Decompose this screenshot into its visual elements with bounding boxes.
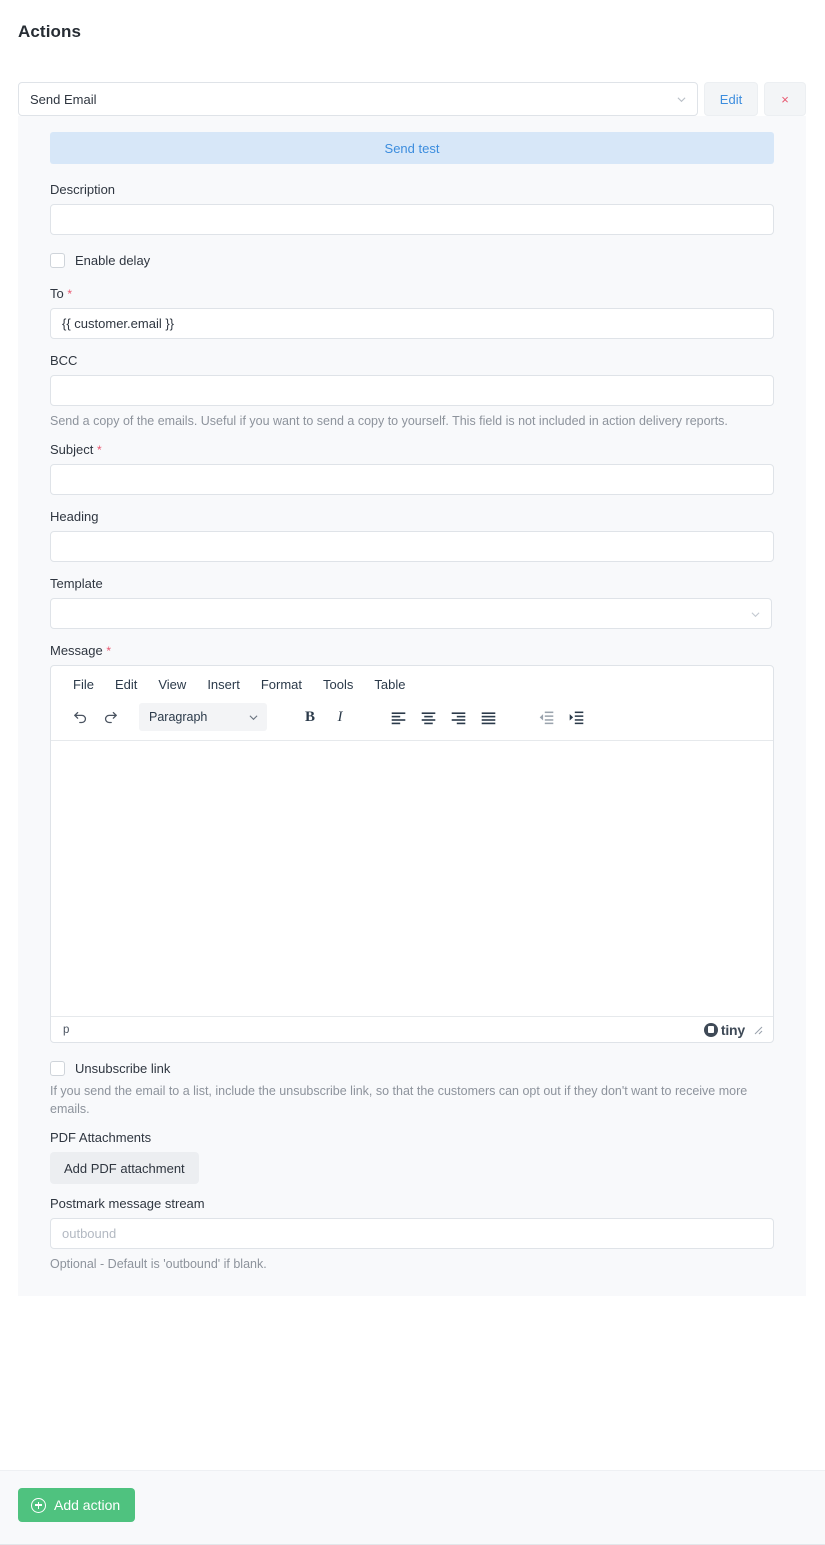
editor-menu-file[interactable]: File: [65, 674, 102, 695]
footer-bar: Add action: [0, 1470, 825, 1545]
format-select[interactable]: Paragraph: [139, 703, 267, 732]
postmark-stream-label: Postmark message stream: [50, 1196, 205, 1212]
remove-action-button[interactable]: ×: [764, 82, 806, 116]
editor-menu-insert[interactable]: Insert: [199, 674, 248, 695]
postmark-stream-help-text: Optional - Default is 'outbound' if blan…: [50, 1257, 267, 1272]
bcc-field-group: BCC Send a copy of the emails. Useful if…: [50, 353, 774, 430]
indent-icon[interactable]: [561, 703, 591, 731]
message-field-group: Message * File Edit View Insert Format T…: [50, 643, 774, 1044]
editor-menu-format[interactable]: Format: [253, 674, 310, 695]
add-action-button[interactable]: Add action: [18, 1488, 136, 1522]
bcc-label: BCC: [50, 353, 78, 368]
postmark-stream-input[interactable]: outbound: [50, 1218, 774, 1250]
subject-input[interactable]: [50, 464, 774, 496]
unsubscribe-label: Unsubscribe link: [75, 1061, 171, 1077]
edit-button[interactable]: Edit: [704, 82, 758, 116]
editor-menu-tools[interactable]: Tools: [315, 674, 361, 695]
editor-menu-edit[interactable]: Edit: [107, 674, 145, 695]
action-card: Send Email Edit × Send test Description …: [18, 82, 806, 1296]
outdent-icon[interactable]: [531, 703, 561, 731]
plus-circle-icon: [31, 1497, 46, 1513]
action-header-row: Send Email Edit ×: [18, 82, 806, 116]
bcc-help-text: Send a copy of the emails. Useful if you…: [50, 414, 728, 428]
bcc-input[interactable]: [50, 375, 774, 406]
action-type-select[interactable]: Send Email: [18, 82, 698, 116]
to-input[interactable]: {{ customer.email }}: [50, 308, 774, 339]
add-action-label: Add action: [54, 1497, 121, 1513]
heading-label: Heading: [50, 509, 99, 525]
to-field-group: To * {{ customer.email }}: [50, 286, 774, 339]
chevron-down-icon: [249, 713, 258, 722]
editor-menubar: File Edit View Insert Format Tools Table: [51, 666, 773, 699]
unsubscribe-checkbox[interactable]: [50, 1061, 65, 1077]
align-left-icon[interactable]: [383, 703, 413, 731]
editor-element-path[interactable]: p: [63, 1024, 704, 1036]
postmark-stream-group: Postmark message stream outbound Optiona…: [50, 1196, 774, 1273]
template-field-group: Template: [50, 576, 774, 630]
actions-page: Actions Send Email Edit × Send test Desc…: [0, 0, 825, 1545]
rich-text-editor: File Edit View Insert Format Tools Table: [50, 665, 774, 1044]
send-test-button[interactable]: Send test: [50, 132, 774, 164]
action-type-value: Send Email: [30, 91, 97, 107]
subject-label: Subject *: [50, 442, 102, 458]
editor-content-area[interactable]: [51, 741, 773, 1017]
editor-statusbar: p tiny: [51, 1016, 773, 1042]
editor-menu-table[interactable]: Table: [366, 674, 413, 695]
chevron-down-icon: [677, 95, 686, 104]
enable-delay-row: Enable delay: [50, 253, 774, 268]
heading-field-group: Heading: [50, 509, 774, 563]
enable-delay-label: Enable delay: [75, 253, 151, 268]
to-label: To *: [50, 286, 73, 301]
page-title: Actions: [18, 22, 82, 41]
undo-icon[interactable]: [65, 703, 95, 731]
editor-menu-view[interactable]: View: [150, 674, 194, 695]
description-input[interactable]: [50, 204, 774, 235]
align-right-icon[interactable]: [443, 703, 473, 731]
pdf-attachments-label: PDF Attachments: [50, 1130, 152, 1146]
template-select[interactable]: [50, 598, 772, 630]
subject-field-group: Subject *: [50, 442, 774, 496]
required-asterisk: *: [67, 287, 73, 301]
unsubscribe-help-text: If you send the email to a list, include…: [50, 1084, 748, 1117]
editor-resize-handle[interactable]: [751, 1023, 765, 1037]
bold-button[interactable]: B: [295, 703, 325, 731]
enable-delay-checkbox[interactable]: [50, 253, 65, 268]
pdf-attachments-group: PDF Attachments Add PDF attachment: [50, 1130, 774, 1185]
add-pdf-attachment-button[interactable]: Add PDF attachment: [50, 1152, 199, 1185]
format-select-value: Paragraph: [149, 710, 208, 725]
required-asterisk: *: [97, 443, 102, 458]
template-label: Template: [50, 576, 103, 592]
align-justify-icon[interactable]: [473, 703, 503, 731]
italic-button[interactable]: I: [325, 703, 355, 731]
description-label: Description: [50, 182, 116, 197]
align-center-icon[interactable]: [413, 703, 443, 731]
heading-input[interactable]: [50, 531, 774, 563]
chevron-down-icon: [751, 610, 760, 619]
tinymce-mark-icon: [703, 1022, 718, 1037]
unsubscribe-row: Unsubscribe link: [50, 1061, 774, 1077]
redo-icon[interactable]: [95, 703, 125, 731]
tinymce-brand-label: tiny: [720, 1021, 745, 1038]
editor-toolbar: Paragraph B I: [51, 699, 773, 742]
message-label: Message *: [50, 643, 112, 659]
required-asterisk: *: [106, 644, 112, 659]
description-field-group: Description: [50, 182, 774, 235]
tinymce-logo[interactable]: tiny: [703, 1021, 745, 1038]
action-body: Send test Description Enable delay To * …: [18, 116, 806, 1296]
